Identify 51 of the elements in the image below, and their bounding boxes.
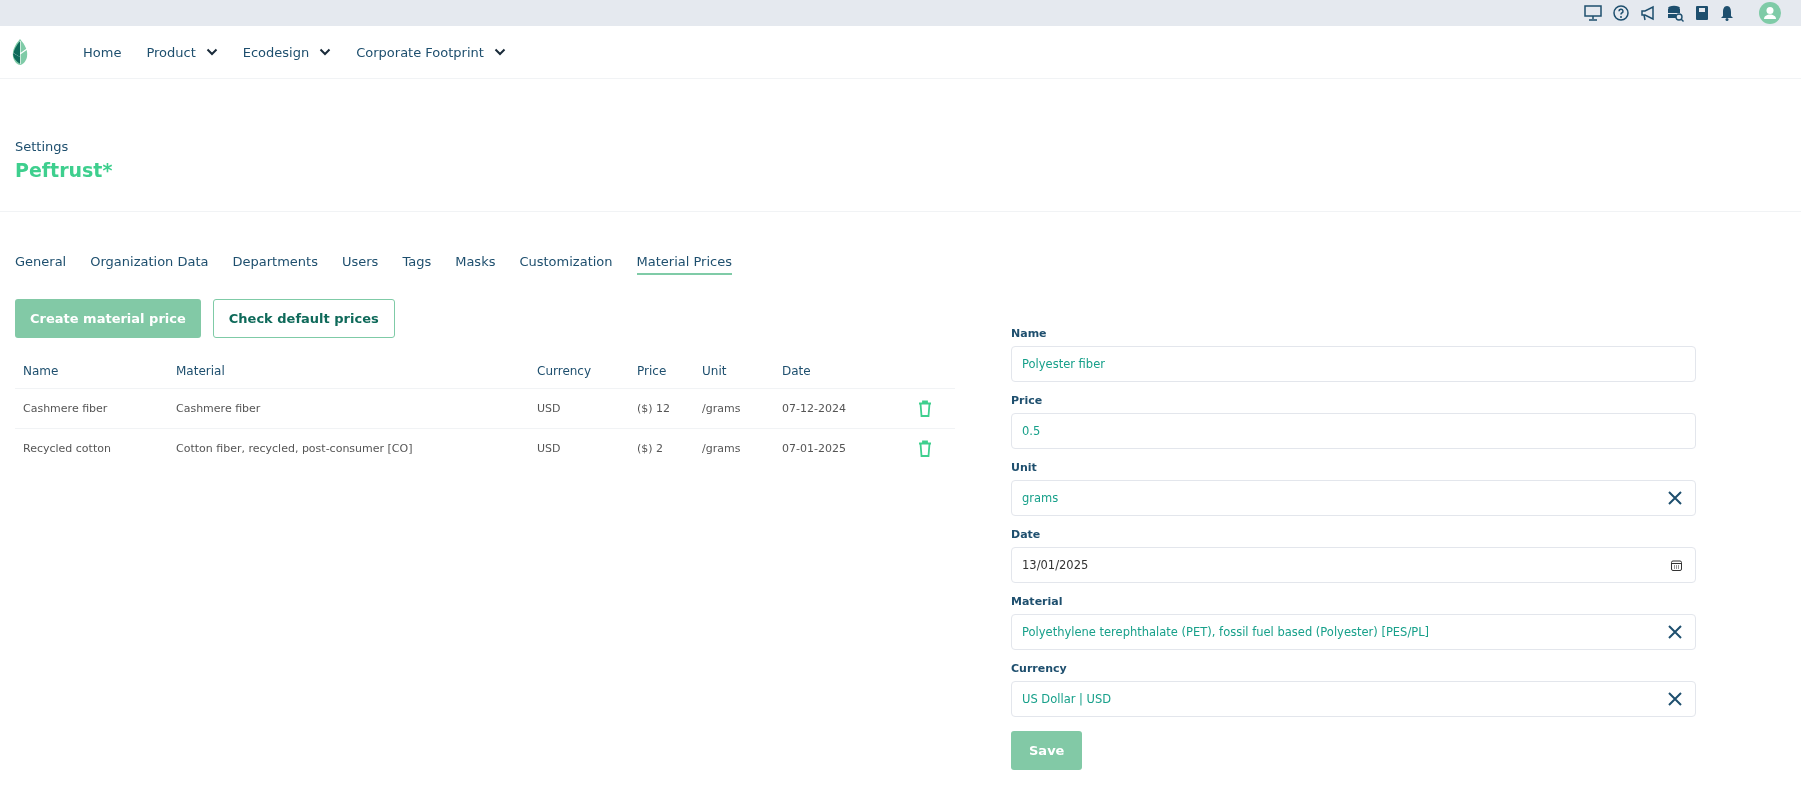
settings-tab[interactable]: Users [342,254,379,275]
table-cell: Cashmere fiber [23,402,108,415]
table-cell: 07-12-2024 [782,402,846,415]
clear-icon[interactable] [1668,692,1682,706]
column-header: Currency [537,364,592,378]
database-search-icon[interactable] [1667,4,1684,22]
nav-menu-item[interactable]: Corporate Footprint [356,44,506,60]
table-cell: Recycled cotton [23,442,111,455]
field-label: Unit [1011,461,1038,474]
bell-icon[interactable] [1720,5,1734,21]
nav-menu-item[interactable]: Product [146,44,218,60]
nav-menu-item[interactable]: Ecodesign [242,44,332,60]
check-prices-button[interactable]: Check default prices [212,299,395,338]
field-label: Name [1011,327,1048,340]
column-header: Material [176,364,225,378]
column-header: Date [782,364,811,378]
field-label: Date [1011,528,1042,541]
help-icon[interactable] [1613,5,1629,21]
book-icon[interactable] [1695,5,1709,21]
field-label: Price [1011,394,1044,407]
clear-icon[interactable] [1668,491,1682,505]
field-label: Currency [1011,662,1068,675]
column-header: Unit [702,364,727,378]
table-cell: Cotton fiber, recycled, post-consumer [CO] [176,442,413,455]
page-subtitle: Settings [15,139,70,154]
table-cell: ($) 12 [637,402,671,415]
table-cell: ($) 2 [637,442,664,455]
settings-tab[interactable]: Departments [232,254,318,275]
table-cell: 07-01-2025 [782,442,846,455]
megaphone-icon[interactable] [1640,5,1656,21]
field-label: Material [1011,595,1064,608]
table-cell: USD [537,402,561,415]
settings-tab[interactable]: Tags [402,254,432,275]
nav-menu-item[interactable]: Home [83,44,122,60]
table-cell: USD [537,442,561,455]
settings-tab[interactable]: Material Prices [636,254,732,275]
table-cell: /grams [702,402,741,415]
monitor-icon[interactable] [1584,5,1602,21]
page-title: Peftrust* [15,159,114,181]
column-header: Price [637,364,667,378]
settings-tab[interactable]: Customization [519,254,613,275]
clear-icon[interactable] [1668,625,1682,639]
column-header: Name [23,364,59,378]
leaf-logo-icon[interactable] [12,39,28,65]
settings-tab[interactable]: Masks [455,254,496,275]
calendar-icon[interactable] [1671,559,1682,571]
input-field[interactable]: 13/01/2025 [1011,547,1696,583]
settings-tab[interactable]: General [15,254,67,275]
table-cell: Cashmere fiber [176,402,261,415]
table-cell: /grams [702,442,741,455]
settings-tab[interactable]: Organization Data [90,254,209,275]
